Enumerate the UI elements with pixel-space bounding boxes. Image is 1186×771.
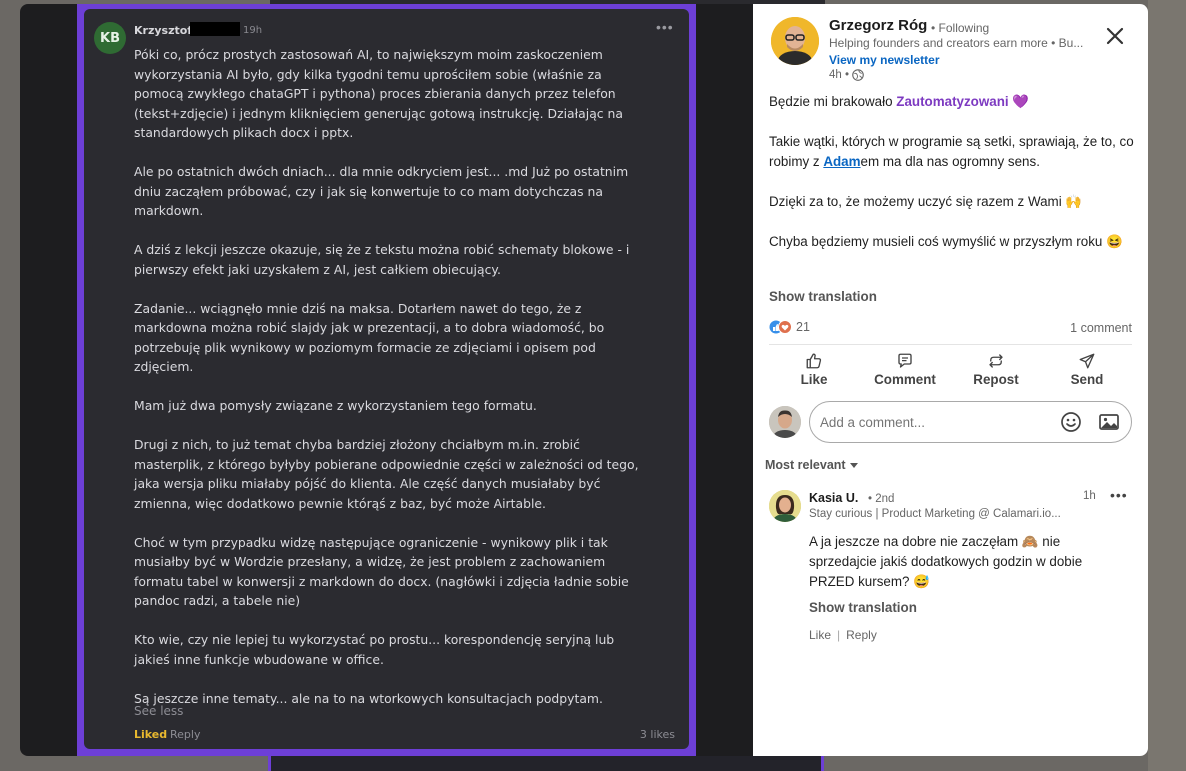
backdrop-bottom — [268, 756, 824, 771]
screenshot-reply: Reply — [170, 728, 201, 741]
close-icon — [1106, 27, 1124, 45]
screenshot-time: 19h — [243, 25, 263, 36]
post-text-segment: 💜 — [1008, 94, 1030, 109]
post-time-text: 4h • — [829, 69, 850, 81]
screenshot-paragraph: A dziś z lekcji jeszcze okazuje, się że … — [134, 242, 630, 277]
comment-show-translation[interactable]: Show translation — [809, 600, 917, 615]
send-button[interactable]: Send — [1042, 352, 1132, 387]
comment-input[interactable] — [820, 414, 1045, 430]
current-user-avatar-image — [769, 406, 801, 438]
screenshot-liked: Liked — [134, 728, 168, 741]
comment-more-icon[interactable]: ••• — [1110, 487, 1128, 503]
commenter-name[interactable]: Kasia U. — [809, 491, 858, 505]
mention-link[interactable]: Adam — [823, 154, 860, 169]
post-text-segment: Będzie mi brakowało — [769, 94, 897, 109]
commenter-degree: • 2nd — [868, 493, 895, 505]
post-modal: KB Krzysztof 19h ••• Póki co, prócz pros… — [20, 4, 1148, 756]
divider — [769, 344, 1132, 345]
screenshot-author-name: Krzysztof — [134, 24, 193, 37]
post-detail-panel: Grzegorz Róg • Following Helping founder… — [753, 4, 1148, 756]
hashtag-link[interactable]: Zautomatyzowani — [896, 94, 1008, 109]
screenshot-paragraph: Mam już dwa pomysły związane z wykorzyst… — [134, 398, 537, 413]
current-user-avatar[interactable] — [769, 406, 801, 438]
comment-like-button[interactable]: Like — [809, 628, 831, 642]
screenshot-paragraph: Kto wie, czy nie lepiej tu wykorzystać p… — [134, 632, 615, 667]
screenshot-paragraph: Póki co, prócz prostych zastosowań AI, t… — [134, 47, 623, 140]
author-avatar-image — [771, 17, 819, 65]
commenter-avatar-image — [769, 490, 801, 522]
thumbs-up-icon — [806, 353, 822, 369]
image-icon[interactable] — [1097, 410, 1121, 434]
caret-down-icon — [849, 463, 858, 468]
comment-actions: Like | Reply — [809, 628, 877, 642]
post-text-segment: em ma dla nas ogromny sens. — [860, 154, 1040, 169]
screenshot-likes-count: 3 likes — [639, 728, 675, 741]
show-translation-button[interactable]: Show translation — [769, 289, 877, 304]
screenshot-paragraph: Zadanie... wciągnęło mnie dziś na maksa.… — [134, 300, 605, 375]
comment-box[interactable] — [809, 401, 1132, 443]
commenter-headline: Stay curious | Product Marketing @ Calam… — [809, 508, 1061, 520]
like-button[interactable]: Like — [769, 352, 859, 387]
repost-button[interactable]: Repost — [951, 352, 1041, 387]
reaction-icons — [769, 320, 792, 334]
screenshot-paragraph: Ale po ostatnich dwóch dniach... dla mni… — [134, 164, 629, 218]
redaction-bar — [190, 22, 240, 36]
following-status: • Following — [931, 21, 990, 35]
comment-button[interactable]: Comment — [860, 352, 950, 387]
post-paragraph: Będzie mi brakowało Zautomatyzowani 💜 — [769, 92, 1134, 112]
sort-label: Most relevant — [765, 458, 846, 472]
screenshot-see-less: See less — [134, 704, 184, 718]
close-button[interactable] — [1103, 24, 1127, 48]
globe-icon — [852, 69, 864, 81]
comment-icon — [898, 353, 912, 368]
emoji-icon[interactable] — [1059, 410, 1083, 434]
repost-label: Repost — [973, 372, 1019, 387]
reaction-count: 21 — [796, 320, 810, 334]
screenshot-paragraph: Drugi z nich, to już temat chyba bardzie… — [134, 437, 639, 511]
sort-dropdown[interactable]: Most relevant — [765, 458, 859, 472]
post-timestamp: 4h • — [829, 69, 864, 81]
comment-text: A ja jeszcze na dobre nie zaczęłam 🙈 nie… — [809, 534, 1083, 589]
comments-count[interactable]: 1 comment — [1070, 321, 1132, 335]
backdrop-right — [1148, 0, 1186, 771]
screenshot-body: Póki co, prócz prostych zastosowań AI, t… — [134, 45, 644, 728]
author-avatar[interactable] — [771, 17, 819, 65]
screenshot-more-icon: ••• — [656, 19, 674, 35]
separator: | — [837, 628, 841, 642]
send-label: Send — [1070, 372, 1104, 387]
comment-reply-button[interactable]: Reply — [846, 628, 877, 642]
reactions-summary[interactable]: 21 — [769, 320, 810, 334]
author-headline: Helping founders and creators earn more … — [829, 36, 1084, 50]
screenshot-paragraph: Choć w tym przypadku widzę następujące o… — [134, 534, 629, 609]
like-label: Like — [800, 372, 828, 387]
post-paragraph: Chyba będziemy musieli coś wymyślić w pr… — [769, 234, 1123, 249]
post-paragraph: Dzięki za to, że możemy uczyć się razem … — [769, 194, 1083, 209]
post-image[interactable]: KB Krzysztof 19h ••• Póki co, prócz pros… — [20, 4, 753, 756]
screenshot-comment-card: KB Krzysztof 19h ••• Póki co, prócz pros… — [84, 9, 689, 749]
post-paragraph: Takie wątki, których w programie są setk… — [769, 132, 1134, 172]
screenshot-avatar: KB — [94, 22, 126, 54]
screenshot-paragraph: Są jeszcze inne tematy... ale na to na w… — [134, 690, 603, 706]
comment-time: 1h — [1083, 490, 1096, 502]
comment-label: Comment — [874, 372, 936, 387]
repost-icon — [989, 354, 1003, 368]
post-text: Będzie mi brakowało Zautomatyzowani 💜 Ta… — [769, 92, 1134, 272]
post-actions-bar: Like Comment Repost Send — [769, 352, 1132, 387]
commenter-avatar[interactable] — [769, 490, 801, 522]
author-name[interactable]: Grzegorz Róg — [829, 17, 927, 34]
newsletter-link[interactable]: View my newsletter — [829, 53, 940, 67]
send-icon — [1079, 353, 1095, 369]
